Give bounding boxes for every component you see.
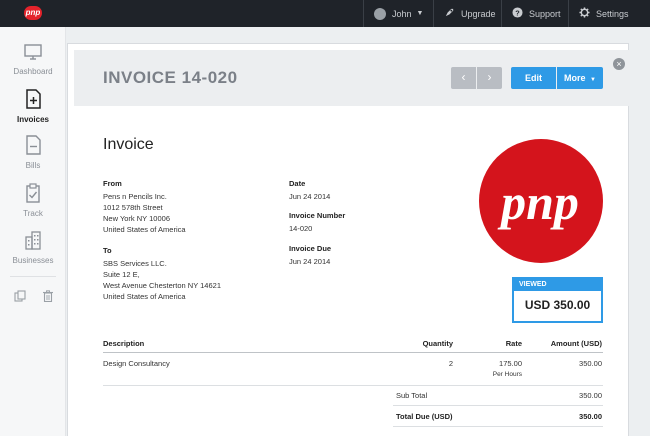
row-rate: 175.00 (499, 359, 522, 368)
sidebar: Dashboard Invoices Bills Track Businesse… (0, 27, 66, 436)
monitor-icon (0, 43, 66, 63)
sidebar-item-label: Bills (25, 161, 41, 170)
settings-label: Settings (596, 8, 629, 19)
sidebar-item-label: Dashboard (13, 67, 53, 76)
sidebar-actions (14, 289, 54, 307)
sidebar-item-track[interactable]: Track (0, 183, 66, 218)
sidebar-item-bills[interactable]: Bills (0, 135, 66, 170)
sidebar-item-label: Track (23, 209, 43, 218)
status-badge: VIEWED USD 350.00 (512, 277, 603, 323)
settings-link[interactable]: Settings (568, 0, 650, 27)
address-line: 1012 578th Street (103, 203, 163, 212)
upgrade-label: Upgrade (461, 8, 496, 19)
upgrade-link[interactable]: Upgrade (433, 0, 501, 27)
support-link[interactable]: ? Support (501, 0, 568, 27)
page-title: INVOICE 14-020 (103, 68, 238, 87)
from-label: From (103, 179, 122, 188)
chevron-down-icon: ▼ (590, 77, 596, 83)
more-label: More (564, 73, 586, 83)
invoice-number-label: Invoice Number (289, 211, 346, 220)
status-amount: USD 350.00 (524, 298, 591, 312)
chevron-right-icon: › (487, 70, 492, 84)
gear-icon (579, 7, 590, 20)
user-name: John (392, 8, 412, 19)
help-icon: ? (512, 7, 523, 20)
trash-icon[interactable] (42, 289, 54, 307)
subtotal-divider (393, 405, 603, 406)
sidebar-item-label: Businesses (12, 256, 54, 265)
svg-text:?: ? (515, 8, 520, 17)
close-icon[interactable]: × (613, 58, 625, 70)
from-address: Pens n Pencils Inc. 1012 578th Street Ne… (103, 191, 186, 235)
date-label: Date (289, 179, 306, 188)
column-header-quantity: Quantity (422, 339, 453, 348)
sidebar-divider (10, 276, 56, 277)
invoice-due-value: Jun 24 2014 (289, 257, 331, 266)
more-button[interactable]: More ▼ (557, 67, 603, 89)
sidebar-item-label: Invoices (16, 115, 49, 124)
total-divider (393, 426, 603, 427)
date-value: Jun 24 2014 (289, 192, 331, 201)
status-label: VIEWED (514, 279, 601, 291)
address-line: West Avenue Chesterton NY 14621 (103, 281, 221, 290)
subtotal-value: 350.00 (579, 391, 602, 400)
address-line: SBS Services LLC. (103, 259, 167, 268)
company-logo: pnp (479, 139, 603, 263)
to-label: To (103, 246, 112, 255)
row-divider (103, 385, 603, 386)
address-line: Suite 12 E, (103, 270, 140, 279)
table-header-divider (103, 352, 603, 353)
sidebar-item-businesses[interactable]: Businesses (0, 230, 66, 265)
invoice-heading: Invoice (103, 136, 154, 153)
app-logo[interactable]: pnp (24, 6, 42, 20)
invoice-add-icon (0, 89, 66, 111)
chevron-down-icon: ▼ (416, 10, 424, 17)
chevron-left-icon: ‹ (461, 70, 466, 84)
total-due-value: 350.00 (579, 412, 602, 421)
address-line: United States of America (103, 292, 186, 301)
bill-minus-icon (0, 135, 66, 157)
top-navigation-bar: pnp John ▼ Upgrade ? Support Settings (0, 0, 650, 27)
support-label: Support (529, 8, 561, 19)
clipboard-icon (0, 183, 66, 205)
column-header-rate: Rate (505, 339, 522, 348)
address-line: United States of America (103, 225, 186, 234)
row-description: Design Consultancy (103, 359, 170, 368)
address-line: New York NY 10006 (103, 214, 170, 223)
row-quantity: 2 (448, 359, 453, 368)
column-header-amount: Amount (USD) (550, 339, 602, 348)
invoice-due-label: Invoice Due (289, 244, 332, 253)
user-avatar-icon (374, 7, 386, 20)
subtotal-label: Sub Total (396, 391, 428, 400)
sidebar-item-dashboard[interactable]: Dashboard (0, 43, 66, 76)
row-rate-unit: Per Hours (492, 371, 522, 378)
address-line: Pens n Pencils Inc. (103, 192, 167, 201)
sidebar-item-invoices[interactable]: Invoices (0, 89, 66, 124)
to-address: SBS Services LLC. Suite 12 E, West Avenu… (103, 258, 221, 302)
column-header-description: Description (103, 339, 145, 348)
previous-invoice-button[interactable]: ‹ (451, 67, 476, 89)
row-amount: 350.00 (579, 359, 602, 368)
total-due-label: Total Due (USD) (396, 412, 453, 421)
invoice-number-value: 14-020 (289, 224, 313, 233)
company-logo-text: pnp (497, 174, 579, 230)
building-icon (0, 230, 66, 252)
user-menu[interactable]: John ▼ (363, 0, 433, 27)
rocket-icon (444, 7, 455, 20)
copy-icon[interactable] (14, 289, 26, 307)
next-invoice-button[interactable]: › (477, 67, 502, 89)
edit-button[interactable]: Edit (511, 67, 556, 89)
